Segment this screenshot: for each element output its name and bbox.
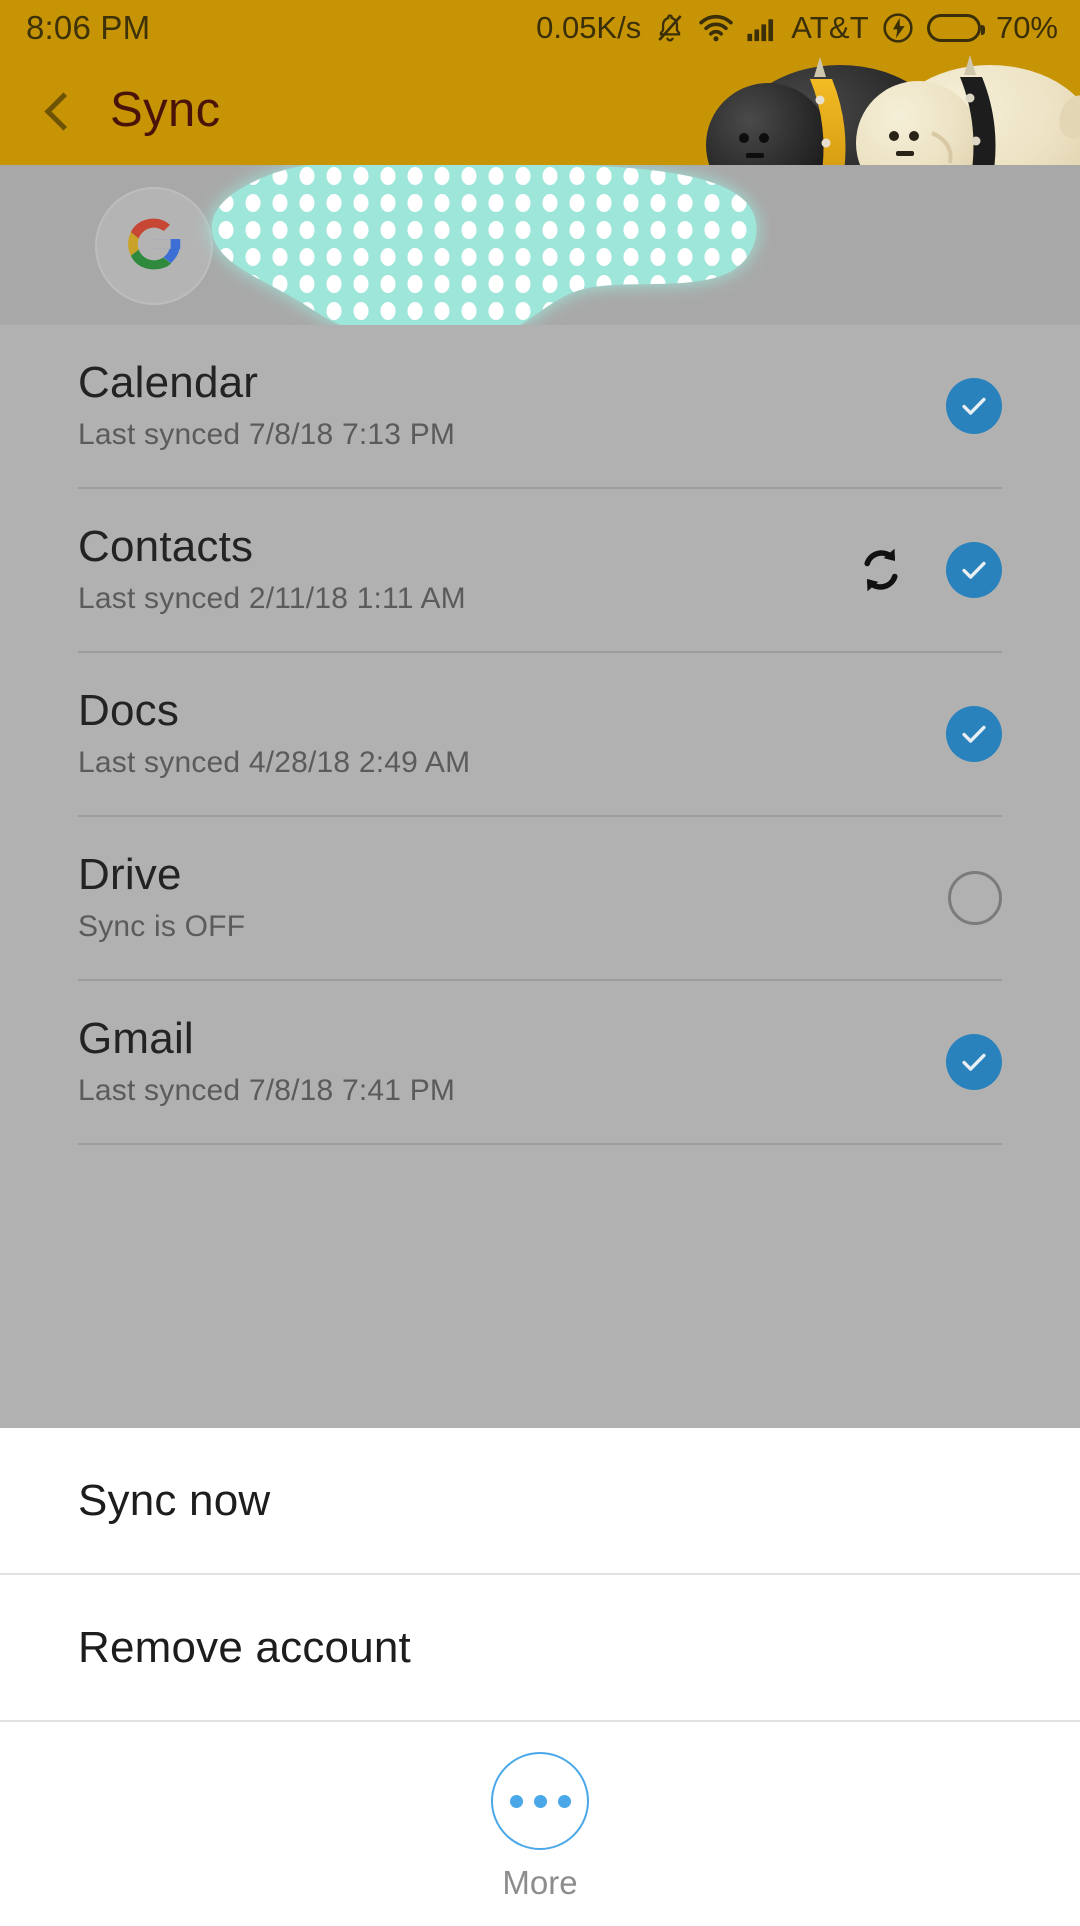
bottom-action-sheet: Sync now Remove account More — [0, 1428, 1080, 1920]
table-row[interactable]: Calendar Last synced 7/8/18 7:13 PM — [0, 325, 1080, 487]
sync-item-subtitle: Sync is OFF — [78, 910, 246, 944]
table-row[interactable]: Drive Sync is OFF — [0, 817, 1080, 979]
table-row[interactable]: Docs Last synced 4/28/18 2:49 AM — [0, 653, 1080, 815]
table-row[interactable]: Gmail Last synced 7/8/18 7:41 PM — [0, 981, 1080, 1143]
remove-account-button[interactable]: Remove account — [0, 1575, 1080, 1720]
more-button[interactable]: More — [0, 1722, 1080, 1926]
status-bar-icons: 0.05K/s AT&T 70% — [536, 10, 1058, 46]
status-bar-time: 8:06 PM — [26, 8, 151, 46]
header-row: Sync — [0, 55, 221, 165]
row-right — [946, 706, 1002, 762]
google-logo-icon — [112, 202, 196, 291]
row-right — [948, 871, 1002, 925]
dot — [509, 1794, 523, 1808]
row-right — [852, 541, 1002, 599]
cartoon-characters-illustration — [660, 55, 1080, 165]
battery-percent-text: 70% — [995, 9, 1058, 45]
dot — [557, 1794, 571, 1808]
wifi-icon — [699, 13, 733, 43]
sync-item-subtitle: Last synced 7/8/18 7:13 PM — [78, 418, 456, 452]
bell-muted-icon — [654, 12, 686, 44]
sync-item-title: Contacts — [78, 521, 254, 571]
row-texts: Calendar Last synced 7/8/18 7:13 PM — [78, 357, 456, 452]
table-row[interactable]: Contacts Last synced 2/11/18 1:11 AM — [0, 489, 1080, 651]
check-icon[interactable] — [946, 706, 1002, 762]
divider — [78, 1143, 1002, 1145]
sync-item-subtitle: Last synced 4/28/18 2:49 AM — [78, 746, 471, 780]
row-right — [946, 378, 1002, 434]
sync-item-subtitle: Last synced 7/8/18 7:41 PM — [78, 1074, 456, 1108]
sync-item-subtitle: Last synced 2/11/18 1:11 AM — [78, 582, 466, 616]
more-dots-icon[interactable] — [491, 1752, 589, 1850]
cellular-signal-icon — [746, 13, 778, 43]
more-label: More — [502, 1864, 578, 1901]
back-chevron-icon[interactable] — [38, 93, 72, 127]
sync-item-title: Drive — [78, 849, 182, 899]
row-texts: Contacts Last synced 2/11/18 1:11 AM — [78, 521, 466, 616]
sync-now-label: Sync now — [78, 1475, 271, 1525]
row-right — [946, 1034, 1002, 1090]
sync-items-list: Calendar Last synced 7/8/18 7:13 PM Cont… — [0, 325, 1080, 1428]
sync-item-title: Docs — [78, 685, 180, 735]
remove-account-label: Remove account — [78, 1622, 411, 1672]
carrier-name: AT&T — [791, 9, 869, 45]
sync-in-progress-icon — [852, 541, 910, 599]
network-speed-text: 0.05K/s — [536, 9, 642, 45]
account-header — [0, 165, 1080, 325]
sync-now-button[interactable]: Sync now — [0, 1428, 1080, 1573]
sync-item-title: Calendar — [78, 357, 259, 407]
row-texts: Drive Sync is OFF — [78, 849, 246, 944]
sync-item-title: Gmail — [78, 1013, 194, 1063]
redacted-account-email — [190, 165, 770, 325]
check-icon[interactable] — [946, 1034, 1002, 1090]
row-texts: Gmail Last synced 7/8/18 7:41 PM — [78, 1013, 456, 1108]
app-header: Sync — [0, 55, 1080, 165]
row-texts: Docs Last synced 4/28/18 2:49 AM — [78, 685, 471, 780]
page-title: Sync — [110, 83, 221, 137]
unchecked-icon[interactable] — [948, 871, 1002, 925]
dot — [533, 1794, 547, 1808]
check-icon[interactable] — [946, 378, 1002, 434]
status-bar: 8:06 PM 0.05K/s AT&T 70% — [0, 0, 1080, 55]
check-icon[interactable] — [946, 542, 1002, 598]
battery-icon — [926, 13, 985, 42]
charging-bolt-icon — [882, 12, 914, 44]
